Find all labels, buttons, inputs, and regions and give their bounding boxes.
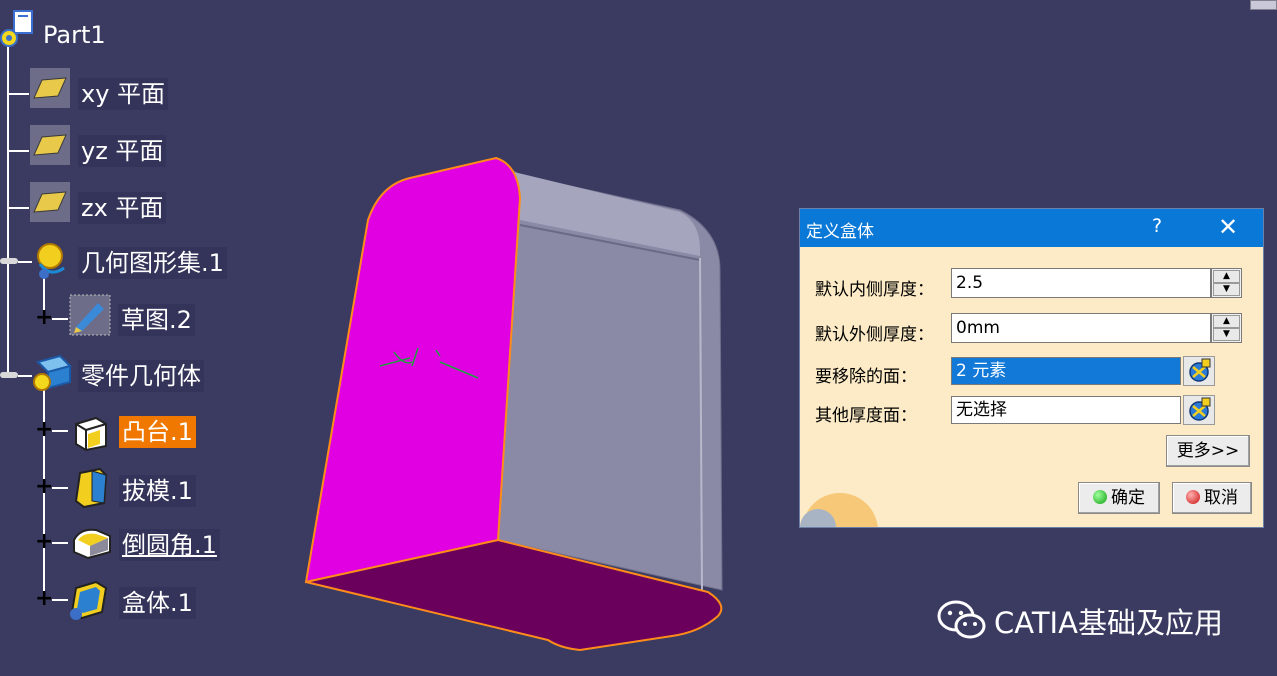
tree-item-draft[interactable]: 拔模.1 — [119, 475, 196, 507]
collapse-icon[interactable] — [0, 258, 18, 264]
spin-up-button[interactable]: ▲ — [1213, 270, 1240, 283]
expand-icon[interactable]: + — [35, 531, 53, 553]
expand-icon[interactable]: + — [35, 419, 53, 441]
cancel-red-icon — [1186, 490, 1200, 504]
plane-icon[interactable] — [28, 66, 72, 110]
outer-thickness-label: 默认外侧厚度： — [815, 325, 934, 345]
tree-connector — [52, 430, 68, 432]
tree-item-zx-plane[interactable]: zx 平面 — [78, 192, 167, 224]
shell-icon[interactable] — [66, 578, 110, 622]
specification-tree: Part1 xy 平面 yz 平面 zx 平面 几何图形集.1 + 草图.2 零… — [0, 0, 300, 676]
expand-icon[interactable]: + — [35, 307, 53, 329]
tree-connector — [7, 150, 29, 152]
other-thickness-faces-field[interactable]: 无选择 — [951, 396, 1181, 424]
ok-green-icon — [1093, 490, 1107, 504]
tree-item-shell[interactable]: 盒体.1 — [119, 587, 196, 619]
outer-thickness-spinner: ▲ ▼ — [1211, 313, 1242, 343]
tree-item-sketch[interactable]: 草图.2 — [118, 304, 195, 336]
selection-list-icon — [1189, 397, 1211, 421]
define-shell-dialog: 定义盒体 ? ✕ 默认内侧厚度： 2.5 ▲ ▼ 默认外侧厚度： 0mm ▲ ▼… — [799, 208, 1264, 528]
plane-icon[interactable] — [28, 180, 72, 224]
ok-button-label: 确定 — [1111, 488, 1145, 508]
edge-fillet-icon[interactable] — [70, 520, 114, 564]
spin-up-button[interactable]: ▲ — [1213, 315, 1240, 328]
3d-part-model[interactable] — [290, 140, 740, 660]
tree-connector — [52, 318, 68, 320]
geometric-set-icon[interactable] — [30, 238, 74, 282]
inner-thickness-input[interactable]: 2.5 — [951, 268, 1211, 298]
cancel-button-label: 取消 — [1204, 488, 1238, 508]
draft-icon[interactable] — [70, 465, 114, 509]
tree-item-part-body[interactable]: 零件几何体 — [78, 360, 204, 392]
tree-item-geometric-set[interactable]: 几何图形集.1 — [78, 247, 227, 279]
ok-button[interactable]: 确定 — [1078, 482, 1160, 514]
faces-to-remove-list-button[interactable] — [1183, 356, 1215, 386]
spin-down-button[interactable]: ▼ — [1213, 328, 1240, 341]
tree-item-pad[interactable]: 凸台.1 — [119, 416, 196, 448]
window-corner-button[interactable] — [1250, 0, 1277, 10]
tree-item-yz-plane[interactable]: yz 平面 — [78, 135, 167, 167]
collapse-icon[interactable] — [0, 372, 18, 378]
dialog-globe-decoration — [800, 493, 878, 527]
tree-connector — [7, 93, 29, 95]
inner-thickness-spinner: ▲ ▼ — [1211, 268, 1242, 298]
spin-down-button[interactable]: ▼ — [1213, 283, 1240, 296]
pad-icon[interactable] — [70, 410, 114, 454]
dialog-title: 定义盒体 — [806, 222, 874, 242]
plane-icon[interactable] — [28, 123, 72, 167]
faces-to-remove-label: 要移除的面： — [815, 367, 917, 387]
other-thickness-list-button[interactable] — [1183, 395, 1215, 425]
part-body-icon[interactable] — [30, 352, 74, 396]
inner-thickness-label: 默认内侧厚度： — [815, 280, 934, 300]
outer-thickness-input[interactable]: 0mm — [951, 313, 1211, 343]
cancel-button[interactable]: 取消 — [1172, 482, 1252, 514]
sketch-icon[interactable] — [68, 293, 112, 337]
tree-connector — [52, 487, 68, 489]
expand-icon[interactable]: + — [35, 588, 53, 610]
other-thickness-faces-label: 其他厚度面： — [815, 406, 917, 426]
watermark-text: CATIA基础及应用 — [994, 606, 1223, 640]
tree-item-xy-plane[interactable]: xy 平面 — [78, 78, 169, 110]
close-button[interactable]: ✕ — [1218, 213, 1238, 241]
expand-icon[interactable]: + — [35, 476, 53, 498]
dialog-title-bar[interactable]: 定义盒体 ? ✕ — [800, 209, 1263, 247]
help-button[interactable]: ? — [1152, 215, 1162, 237]
tree-item-edge-fillet[interactable]: 倒圆角.1 — [119, 529, 220, 561]
wechat-icon — [937, 600, 986, 639]
tree-connector — [52, 542, 68, 544]
tree-connector — [7, 207, 29, 209]
tree-root-part1[interactable]: Part1 — [40, 19, 109, 51]
more-button[interactable]: 更多>> — [1166, 435, 1250, 467]
faces-to-remove-field[interactable]: 2 元素 — [951, 357, 1181, 385]
part-document-icon[interactable] — [0, 8, 44, 52]
selection-list-icon — [1189, 358, 1211, 382]
